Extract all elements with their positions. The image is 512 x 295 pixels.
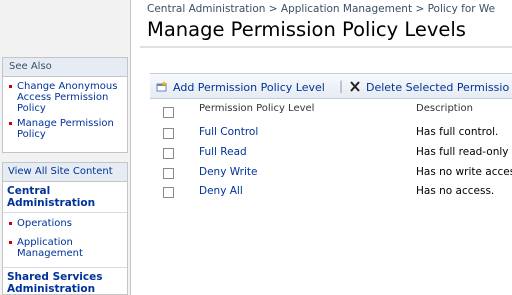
breadcrumb: Central Administration > Application Man… <box>147 3 495 15</box>
breadcrumb-separator: > <box>268 3 278 15</box>
bullet-icon <box>9 222 12 225</box>
level-link-deny-all[interactable]: Deny All <box>199 185 243 197</box>
row-description: Has full control. <box>416 126 499 138</box>
level-link-deny-write[interactable]: Deny Write <box>199 166 257 178</box>
divider <box>3 212 127 213</box>
nav-operations[interactable]: Operations <box>3 218 127 229</box>
toolbar: Add Permission Policy Level | Delete Sel… <box>150 73 512 99</box>
row-checkbox[interactable] <box>163 148 174 159</box>
row-description: Has full read-only ac <box>416 146 512 158</box>
nav-manage-permission-policy[interactable]: Manage Permission Policy <box>3 118 127 140</box>
nav-change-anonymous-access[interactable]: Change Anonymous Access Permission Polic… <box>3 81 127 114</box>
shared-services-heading[interactable]: Shared Services Administration <box>3 271 113 295</box>
row-description: Has no access. <box>416 185 495 197</box>
central-administration-heading[interactable]: Central Administration <box>3 185 95 209</box>
page-title: Manage Permission Policy Levels <box>147 18 466 41</box>
title-divider <box>140 46 512 48</box>
column-header-description[interactable]: Description <box>416 103 473 114</box>
see-also-header: See Also <box>3 58 127 77</box>
breadcrumb-central-administration[interactable]: Central Administration <box>147 3 265 15</box>
row-description: Has no write access. <box>416 166 512 178</box>
select-all-checkbox[interactable] <box>163 107 174 118</box>
nav-application-management-label: Application Management <box>17 237 83 259</box>
delete-selected-button[interactable]: Delete Selected Permissio <box>366 81 509 94</box>
bullet-icon <box>9 122 12 125</box>
breadcrumb-separator: > <box>415 3 425 15</box>
level-link-full-control[interactable]: Full Control <box>199 126 258 138</box>
add-permission-policy-level-button[interactable]: Add Permission Policy Level <box>173 81 325 94</box>
breadcrumb-application-management[interactable]: Application Management <box>281 3 412 15</box>
nav-application-management[interactable]: Application Management <box>3 237 93 259</box>
row-checkbox[interactable] <box>163 187 174 198</box>
bullet-icon <box>9 241 12 244</box>
site-nav-panel: View All Site Content Central Administra… <box>2 162 128 295</box>
divider <box>3 267 127 268</box>
nav-manage-permission-policy-label: Manage Permission Policy <box>17 118 114 140</box>
nav-change-anonymous-access-label: Change Anonymous Access Permission Polic… <box>17 81 118 114</box>
row-checkbox[interactable] <box>163 168 174 179</box>
row-checkbox[interactable] <box>163 128 174 139</box>
nav-operations-label: Operations <box>17 218 72 229</box>
level-link-full-read[interactable]: Full Read <box>199 146 247 158</box>
delete-x-icon[interactable] <box>349 81 361 92</box>
breadcrumb-policy-for-web[interactable]: Policy for We <box>428 3 496 15</box>
column-header-level[interactable]: Permission Policy Level <box>199 103 314 114</box>
add-item-icon[interactable] <box>156 81 168 92</box>
left-navigation: See Also Change Anonymous Access Permiss… <box>0 0 131 295</box>
bullet-icon <box>9 85 12 88</box>
toolbar-separator: | <box>339 79 344 93</box>
see-also-panel: See Also Change Anonymous Access Permiss… <box>2 57 128 153</box>
view-all-site-content-link[interactable]: View All Site Content <box>3 163 127 182</box>
